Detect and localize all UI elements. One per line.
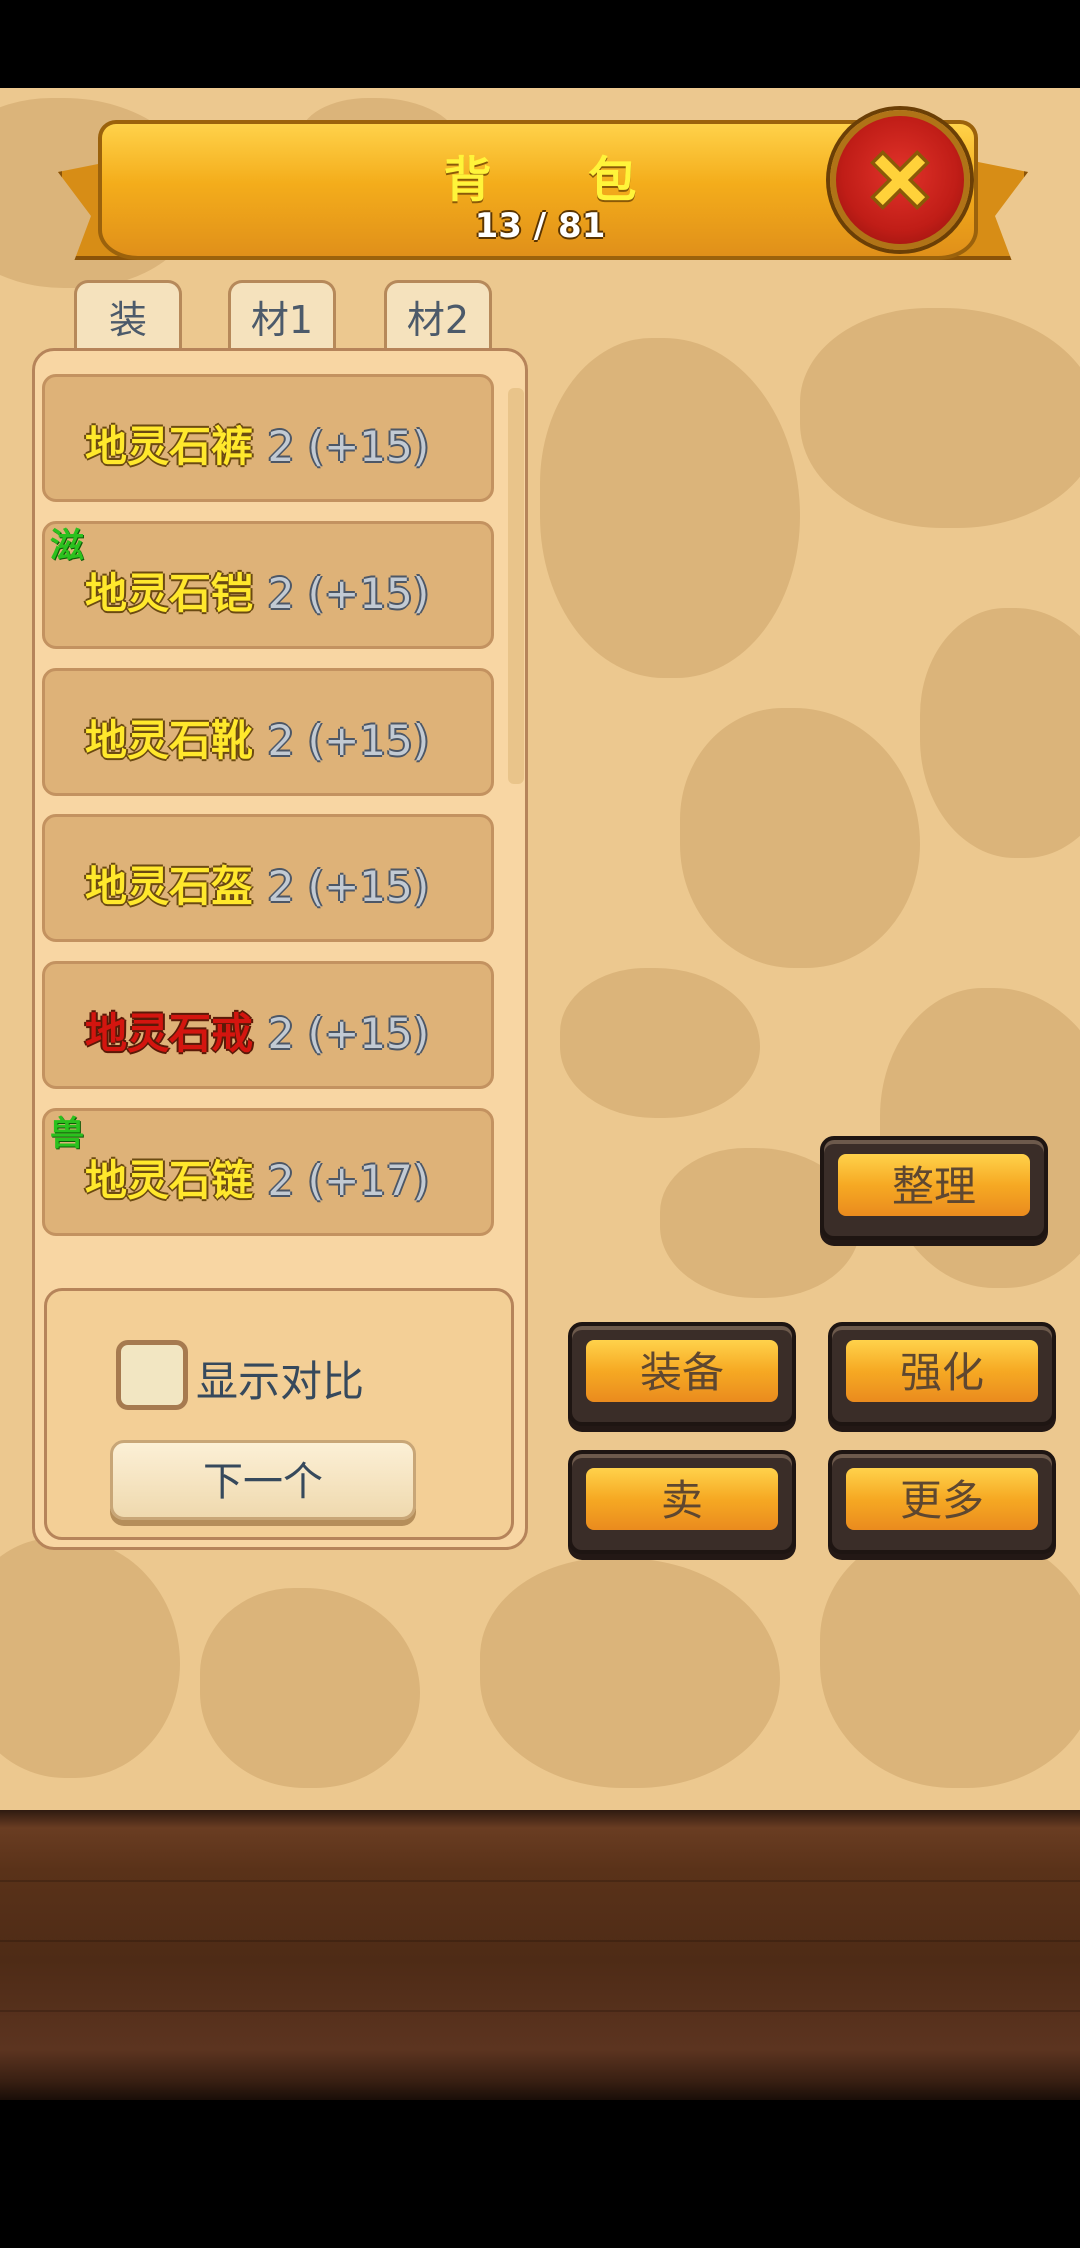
item-tag: 滋 (50, 526, 84, 566)
item-name: 地灵石戒 (85, 1009, 254, 1058)
bg-blob (920, 608, 1080, 858)
equip-button[interactable]: 装备 (568, 1322, 796, 1426)
item-level: 2 (+15) (267, 1009, 430, 1058)
item-level: 2 (+15) (267, 716, 430, 765)
close-button[interactable] (830, 110, 970, 250)
item-level: 2 (+15) (267, 569, 430, 618)
bg-blob (0, 1538, 180, 1778)
item-tag: 兽 (50, 1114, 84, 1154)
sell-button[interactable]: 卖 (568, 1450, 796, 1554)
sort-button-label: 整理 (838, 1154, 1030, 1216)
item-name: 地灵石链 (85, 1156, 254, 1205)
item-label: 地灵石链 2 (+17) (85, 1147, 429, 1208)
sell-button-label: 卖 (586, 1468, 778, 1530)
wood-grain (0, 1940, 1080, 1942)
item-label: 地灵石裤 2 (+15) (85, 413, 429, 474)
item-label: 地灵石铠 2 (+15) (85, 560, 429, 621)
inventory-item[interactable]: 地灵石裤 2 (+15) (42, 374, 494, 502)
close-x-icon (870, 150, 930, 210)
inventory-item[interactable]: 地灵石链 2 (+17) (42, 1108, 494, 1236)
equip-button-label: 装备 (586, 1340, 778, 1402)
bg-blob (540, 338, 800, 678)
show-compare-checkbox[interactable] (116, 1340, 188, 1410)
bg-blob (820, 1528, 1080, 1788)
inventory-item[interactable]: 地灵石靴 2 (+15) (42, 668, 494, 796)
bg-blob (560, 968, 760, 1118)
inventory-item[interactable]: 地灵石铠 2 (+15) (42, 521, 494, 649)
item-name: 地灵石靴 (85, 716, 254, 765)
inventory-item[interactable]: 地灵石戒 2 (+15) (42, 961, 494, 1089)
tab-materials-1[interactable]: 材1 (228, 280, 336, 350)
next-button[interactable]: 下一个 (110, 1440, 416, 1520)
item-label: 地灵石盔 2 (+15) (85, 853, 429, 914)
inventory-item[interactable]: 地灵石盔 2 (+15) (42, 814, 494, 942)
show-compare-label: 显示对比 (196, 1357, 365, 1406)
enhance-button[interactable]: 强化 (828, 1322, 1056, 1426)
tab-equipment[interactable]: 装 (74, 280, 182, 350)
wood-grain (0, 1880, 1080, 1882)
item-name: 地灵石裤 (85, 422, 254, 471)
item-level: 2 (+15) (267, 862, 430, 911)
item-level: 2 (+17) (267, 1156, 430, 1205)
bg-blob (200, 1588, 420, 1788)
more-button-label: 更多 (846, 1468, 1038, 1530)
item-label: 地灵石戒 2 (+15) (85, 1000, 429, 1061)
bg-blob (480, 1558, 780, 1788)
item-name: 地灵石铠 (85, 569, 254, 618)
item-level: 2 (+15) (267, 422, 430, 471)
item-label: 地灵石靴 2 (+15) (85, 707, 429, 768)
bg-blob (800, 308, 1080, 528)
scrollbar[interactable] (508, 388, 524, 784)
bg-blob (680, 708, 920, 968)
enhance-button-label: 强化 (846, 1340, 1038, 1402)
item-name: 地灵石盔 (85, 862, 254, 911)
tab-materials-2[interactable]: 材2 (384, 280, 492, 350)
wood-grain (0, 2010, 1080, 2012)
wood-footer (0, 1810, 1080, 2100)
more-button[interactable]: 更多 (828, 1450, 1056, 1554)
sort-button[interactable]: 整理 (820, 1136, 1048, 1240)
